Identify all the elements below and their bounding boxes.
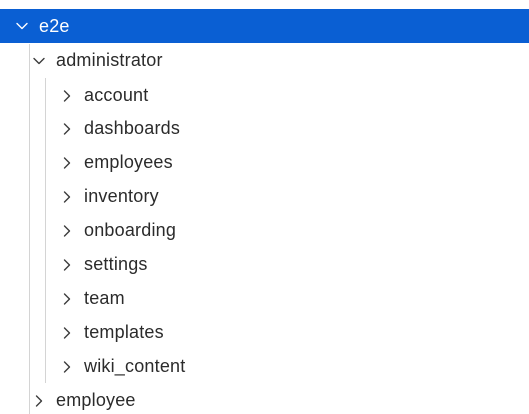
tree-item-account[interactable]: account: [0, 79, 529, 112]
tree-item-label: templates: [84, 322, 164, 342]
chevron-right-icon: [60, 292, 74, 306]
tree-item-wiki-content[interactable]: wiki_content: [0, 350, 529, 383]
chevron-right-icon: [60, 224, 74, 238]
tree-item-team[interactable]: team: [0, 282, 529, 315]
tree-item-inventory[interactable]: inventory: [0, 180, 529, 213]
tree-item-label: e2e: [39, 15, 70, 36]
chevron-right-icon: [60, 89, 74, 103]
file-explorer-tree: e2e administrator account dashboards emp…: [0, 0, 529, 414]
tree-item-templates[interactable]: templates: [0, 316, 529, 349]
tree-item-employees[interactable]: employees: [0, 146, 529, 179]
tree-item-onboarding[interactable]: onboarding: [0, 214, 529, 247]
tree-item-label: employees: [84, 152, 173, 172]
chevron-right-icon: [60, 156, 74, 170]
chevron-right-icon: [32, 394, 46, 408]
tree-item-e2e[interactable]: e2e: [0, 9, 529, 43]
tree-item-label: employee: [56, 390, 136, 410]
tree-item-employee[interactable]: employee: [0, 384, 529, 414]
tree-item-dashboards[interactable]: dashboards: [0, 112, 529, 145]
tree-item-administrator[interactable]: administrator: [0, 44, 529, 77]
chevron-right-icon: [60, 190, 74, 204]
tree-item-label: administrator: [56, 50, 163, 70]
chevron-down-icon: [32, 54, 46, 68]
tree-item-settings[interactable]: settings: [0, 248, 529, 281]
tree-item-label: inventory: [84, 186, 159, 206]
tree-item-label: wiki_content: [84, 356, 186, 376]
tree-item-label: dashboards: [84, 118, 181, 138]
chevron-right-icon: [60, 326, 74, 340]
chevron-right-icon: [60, 360, 74, 374]
tree-item-label: account: [84, 85, 149, 105]
chevron-right-icon: [60, 122, 74, 136]
tree-item-label: onboarding: [84, 220, 177, 240]
tree-item-label: settings: [84, 254, 148, 274]
chevron-down-icon: [15, 19, 29, 33]
chevron-right-icon: [60, 258, 74, 272]
tree-item-label: team: [84, 288, 125, 308]
